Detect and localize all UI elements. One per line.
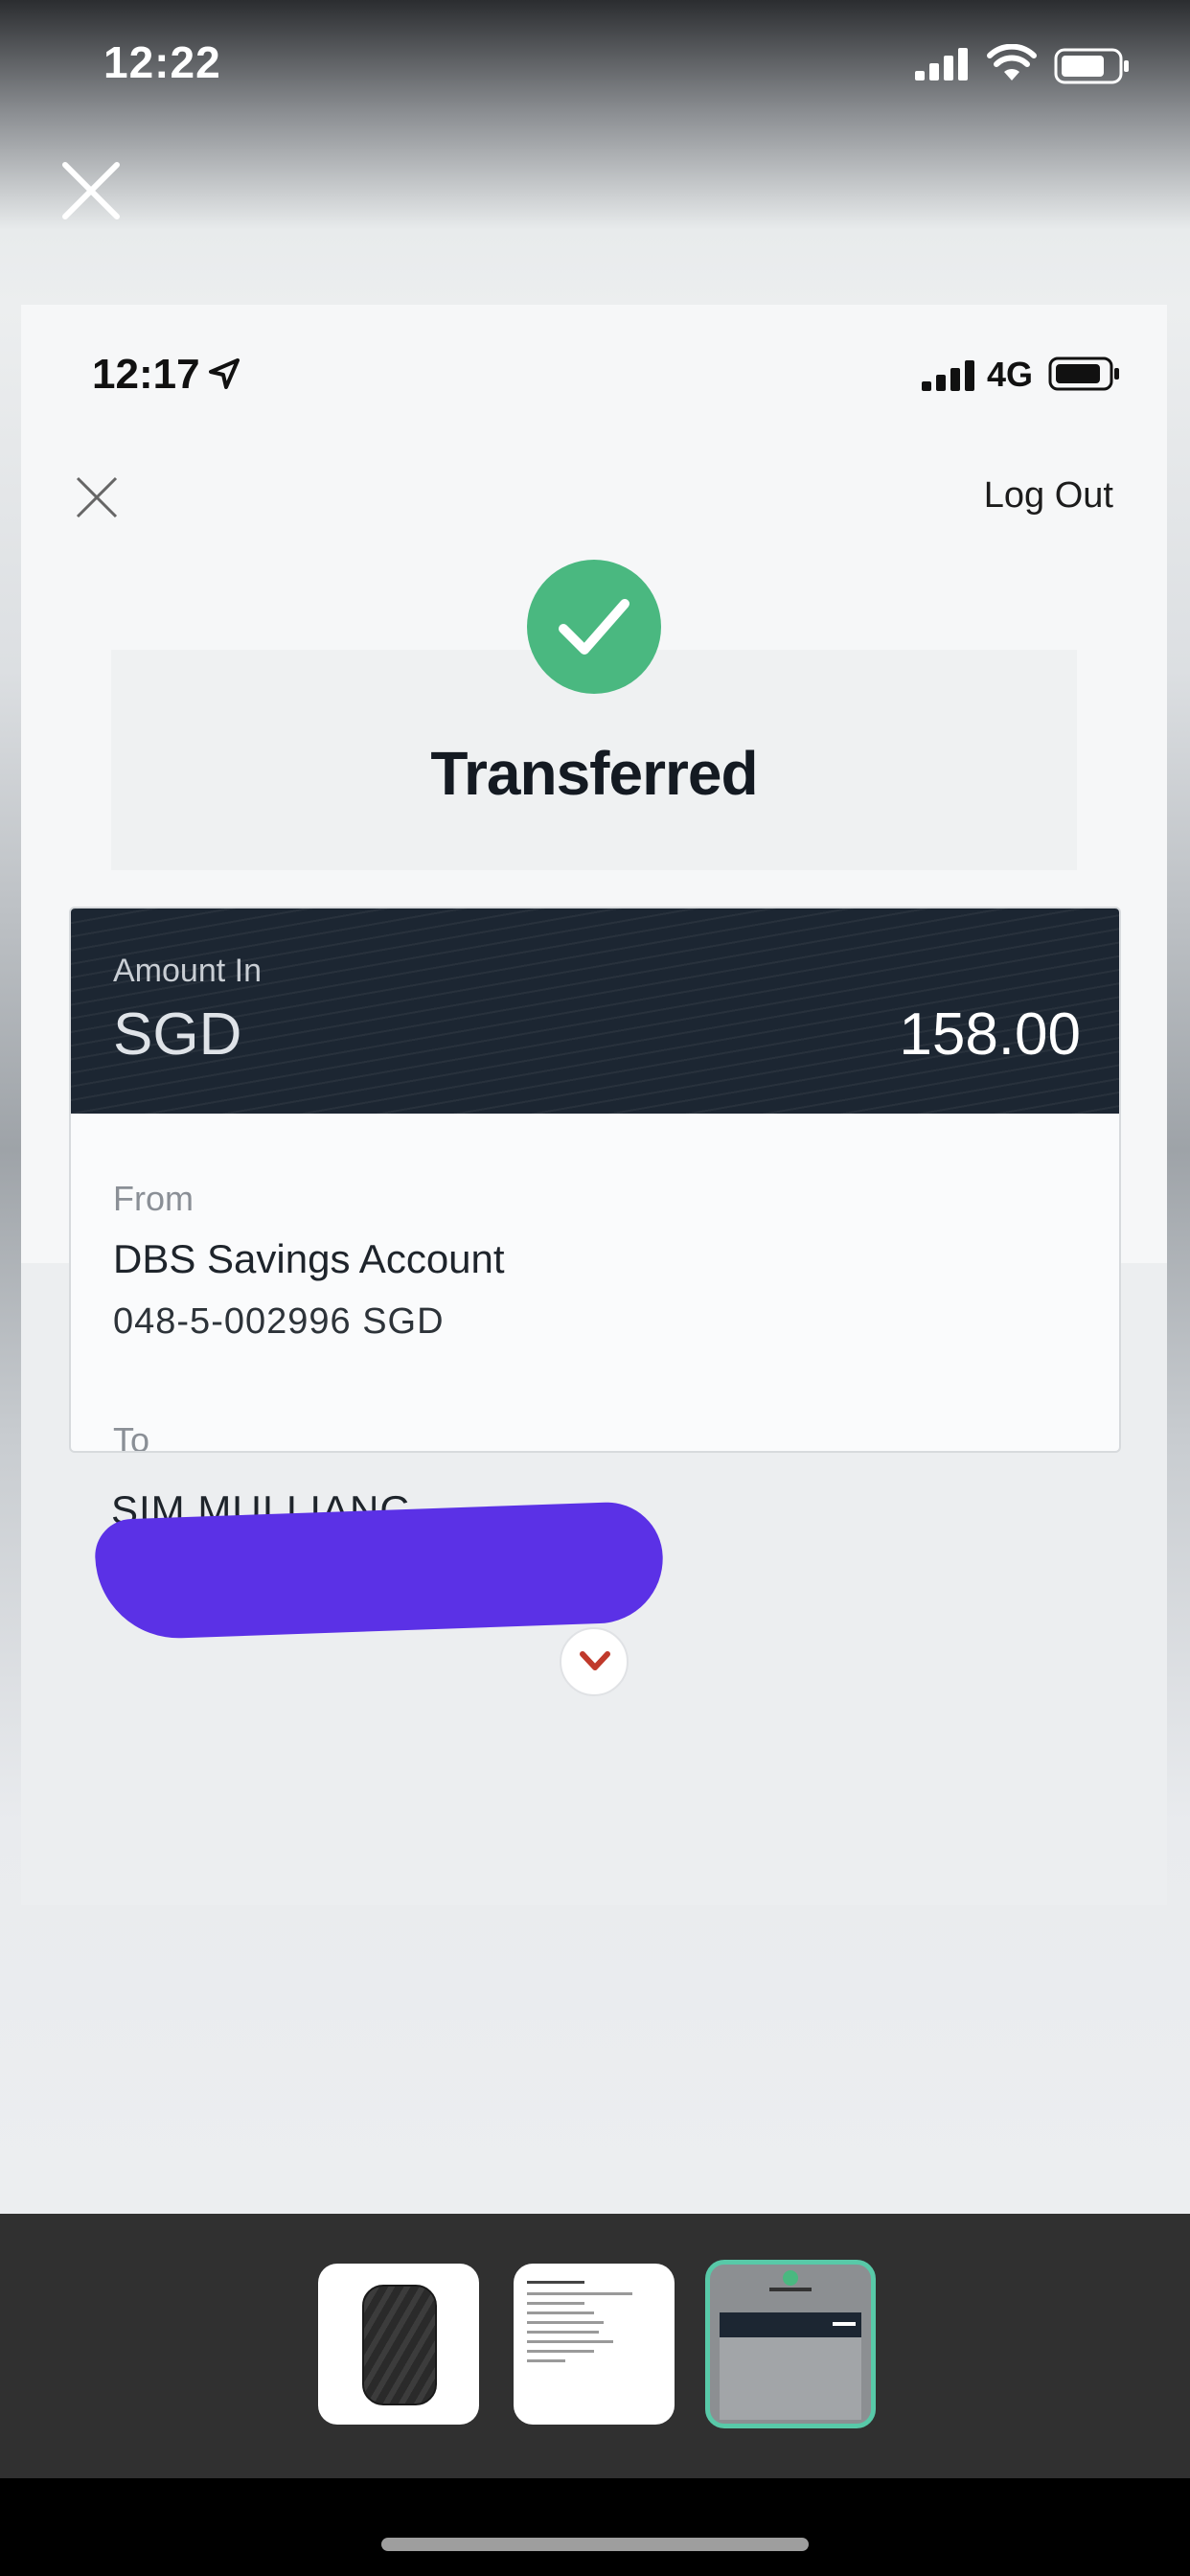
doc-line xyxy=(527,2292,632,2295)
thumbnail-details-document[interactable] xyxy=(514,2264,675,2425)
home-bar-area xyxy=(0,2478,1190,2576)
doc-line xyxy=(527,2281,584,2284)
from-account-name: DBS Savings Account xyxy=(113,1236,505,1281)
transfer-receipt-screenshot: 12:17 4G Log Out Transferred Amount In S… xyxy=(21,305,1167,1905)
close-icon[interactable] xyxy=(59,159,123,222)
screenshot-status-bar: 12:17 4G xyxy=(21,305,1167,439)
thumbnail-bag-photo[interactable] xyxy=(318,2264,479,2425)
currency-code: SGD xyxy=(113,1001,242,1068)
redaction-scribble xyxy=(93,1500,666,1642)
doc-line xyxy=(527,2312,594,2314)
bag-image xyxy=(362,2285,437,2405)
page-title: Transferred xyxy=(430,739,758,808)
doc-line xyxy=(527,2359,565,2362)
doc-line xyxy=(527,2331,599,2334)
expand-details-button[interactable] xyxy=(560,1627,629,1696)
amount-band: Amount In SGD 158.00 xyxy=(71,908,1119,1114)
close-icon[interactable] xyxy=(75,475,119,519)
success-check-icon xyxy=(527,560,661,694)
cellular-signal-icon xyxy=(915,48,968,80)
mini-amount xyxy=(833,2322,856,2326)
thumbnail-strip xyxy=(0,2214,1190,2478)
amount-label: Amount In xyxy=(113,953,262,989)
thumbnail-receipt-selected[interactable] xyxy=(705,2260,876,2428)
doc-line xyxy=(527,2321,604,2324)
device-clock: 12:22 xyxy=(103,37,221,87)
to-label: To xyxy=(113,1420,150,1453)
device-status-bar: 12:22 xyxy=(0,0,1190,134)
mini-title xyxy=(710,2288,871,2291)
wifi-icon xyxy=(987,44,1037,80)
from-account-number: 048-5-002996 SGD xyxy=(113,1301,445,1342)
mini-check-icon xyxy=(783,2270,798,2286)
doc-line xyxy=(527,2340,613,2343)
transfer-details-card: Amount In SGD 158.00 From DBS Savings Ac… xyxy=(69,907,1121,1453)
from-label: From xyxy=(113,1179,194,1218)
amount-value: 158.00 xyxy=(899,1001,1081,1068)
logout-button[interactable]: Log Out xyxy=(984,475,1113,517)
location-arrow-icon xyxy=(209,358,240,389)
doc-line xyxy=(527,2350,594,2353)
doc-line xyxy=(527,2302,584,2305)
screenshot-battery-icon xyxy=(1048,356,1119,391)
home-indicator[interactable] xyxy=(381,2538,809,2551)
screenshot-signal-icon xyxy=(922,360,974,391)
screenshot-clock: 12:17 xyxy=(92,351,200,398)
chevron-down-icon xyxy=(580,1651,610,1670)
network-type: 4G xyxy=(987,355,1034,394)
battery-icon xyxy=(1054,48,1129,84)
